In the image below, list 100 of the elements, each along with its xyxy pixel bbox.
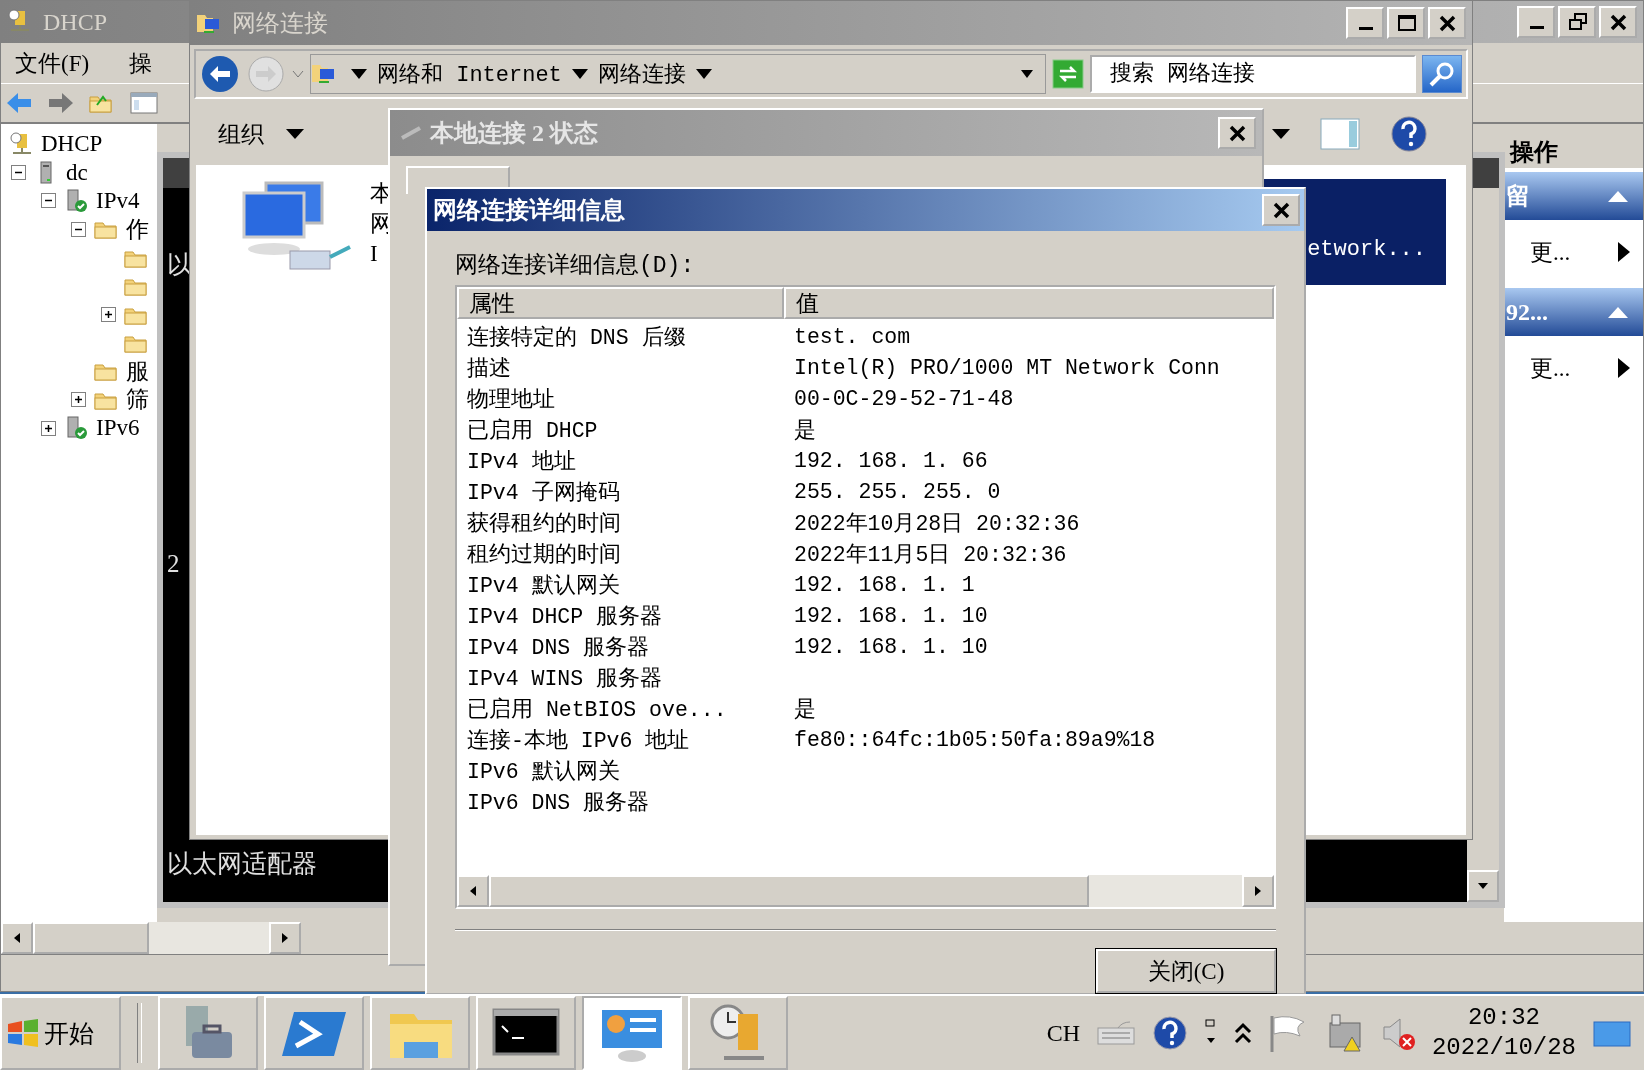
scroll-down-button[interactable] — [1467, 870, 1499, 902]
close-icon[interactable] — [1437, 13, 1457, 33]
address-bar[interactable]: 网络和 Internet 网络连接 — [310, 54, 1046, 94]
tree-item[interactable]: 服 — [126, 355, 149, 387]
minimize-button[interactable] — [1346, 7, 1384, 39]
refresh-icon[interactable] — [1052, 59, 1084, 89]
property-cell-text: IPv4 DNS 服务器 — [466, 635, 651, 661]
dropdown-arrow-icon[interactable] — [571, 69, 588, 79]
breadcrumb-item[interactable]: 网络连接 — [597, 59, 686, 89]
taskbar-button[interactable] — [476, 996, 576, 1070]
menu-item[interactable]: 文件(F) — [15, 47, 90, 79]
menu-item[interactable]: 操 — [129, 47, 153, 79]
scroll-right-button[interactable] — [269, 922, 301, 954]
close-button[interactable] — [1599, 6, 1637, 38]
collapse-icon[interactable] — [1607, 305, 1629, 319]
property-cell-text: IPv4 DHCP 服务器 — [466, 604, 664, 630]
help-icon[interactable] — [1151, 1015, 1188, 1051]
server-check-icon[interactable] — [64, 188, 88, 213]
value-cell-text: 00-0C-29-52-71-48 — [793, 386, 1015, 411]
maximize-button[interactable] — [1387, 7, 1425, 39]
tree-item[interactable]: IPv4 — [96, 187, 140, 214]
collapse-toggle-icon[interactable] — [41, 193, 56, 209]
tree-item[interactable]: 筛 — [126, 384, 149, 416]
expand-toggle-icon[interactable] — [101, 307, 116, 323]
search-button[interactable] — [1422, 55, 1462, 93]
dropdown-icon[interactable] — [292, 70, 304, 78]
value-cell-text: 192. 168. 1. 10 — [793, 603, 989, 628]
property-cell-text: IPv4 默认网关 — [466, 572, 621, 599]
network-cable-icon — [400, 126, 422, 140]
restore-button[interactable] — [1558, 6, 1596, 38]
forward-arrow-icon[interactable] — [47, 91, 75, 115]
dropdown-arrow-icon[interactable] — [1272, 129, 1290, 139]
dropdown-arrow-icon[interactable] — [695, 69, 712, 79]
column-header[interactable]: 值 — [784, 287, 1274, 319]
scroll-right-button[interactable] — [1242, 875, 1274, 907]
tree-item[interactable]: DHCP — [41, 131, 103, 158]
value-cell-text: 192. 168. 1. 66 — [793, 448, 989, 473]
dropdown-arrow-icon[interactable] — [351, 69, 367, 79]
tree-item[interactable]: IPv6 — [96, 415, 140, 442]
action-link[interactable]: 更... — [1530, 352, 1571, 384]
breadcrumb-item[interactable]: 网络和 Internet — [377, 59, 562, 89]
help-icon[interactable] — [1390, 115, 1428, 153]
expand-toggle-icon[interactable] — [41, 420, 56, 436]
property-cell-text: IPv4 地址 — [466, 449, 577, 475]
close-icon[interactable] — [1271, 200, 1291, 220]
property-cell-text: 已启用 DHCP — [466, 417, 599, 444]
tree-item[interactable]: 作 — [126, 213, 149, 245]
value-cell-text: test. com — [793, 324, 912, 349]
scroll-thumb[interactable] — [33, 922, 149, 954]
scrollbar[interactable] — [1, 922, 301, 954]
close-button[interactable] — [1218, 117, 1256, 149]
organize-menu[interactable]: 组织 — [218, 118, 264, 150]
restore-icon[interactable] — [1567, 12, 1587, 32]
expand-toggle-icon[interactable] — [71, 392, 86, 408]
console-text: 以 — [167, 250, 192, 280]
collapse-icon[interactable] — [1607, 189, 1629, 203]
close-icon[interactable] — [1227, 123, 1247, 143]
clock[interactable]: 20:32 2022/10/28 — [1431, 1003, 1576, 1063]
close-button[interactable] — [1262, 194, 1300, 226]
scroll-left-button[interactable] — [457, 875, 489, 907]
dropdown-arrow-icon[interactable] — [286, 129, 304, 139]
expand-arrow-icon[interactable] — [1617, 357, 1631, 379]
property-cell-text: 已启用 NetBIOS ove... — [466, 696, 728, 723]
scrollbar[interactable] — [457, 875, 1274, 907]
language-indicator[interactable]: CH — [1046, 1019, 1080, 1047]
back-button-icon[interactable] — [200, 54, 240, 94]
clock-date: 2022/10/28 — [1431, 1033, 1576, 1063]
section-header[interactable]: 92... — [1504, 288, 1643, 336]
value-cell-text: 192. 168. 1. 10 — [793, 634, 989, 659]
value-cell-text: 2022年11月5日 20:32:36 — [793, 542, 1068, 568]
close-button[interactable]: 关闭(C) — [1096, 949, 1276, 993]
collapse-toggle-icon[interactable] — [11, 165, 26, 181]
close-icon[interactable] — [1608, 12, 1628, 32]
section-header[interactable]: 留 — [1504, 172, 1643, 220]
property-cell-text: 连接-本地 IPv6 地址 — [466, 727, 691, 754]
expand-arrow-icon[interactable] — [1617, 241, 1631, 263]
windows-logo-icon — [6, 1018, 40, 1048]
action-link[interactable]: 更... — [1530, 236, 1571, 268]
scroll-left-button[interactable] — [1, 922, 33, 954]
dropdown-arrow-icon[interactable] — [1021, 70, 1033, 78]
search-field[interactable]: 搜索 网络连接 — [1090, 55, 1416, 93]
show-desktop-icon[interactable] — [1592, 1018, 1632, 1048]
value-cell-text: Intel(R) PRO/1000 MT Network Conn — [793, 355, 1221, 380]
collapse-toggle-icon[interactable] — [71, 221, 86, 237]
console-text: 以太网适配器 — [167, 849, 317, 879]
property-cell-text: IPv4 子网掩码 — [466, 480, 621, 506]
section-title: 92... — [1506, 298, 1548, 326]
dhcp-icon[interactable] — [9, 132, 33, 157]
start-button[interactable]: 开始 — [0, 996, 121, 1070]
item-text: etwork... — [1307, 236, 1426, 264]
maximize-icon[interactable] — [1396, 13, 1416, 33]
server-check-icon[interactable] — [64, 416, 88, 441]
column-header[interactable]: 属性 — [457, 287, 784, 319]
tree-item[interactable]: dc — [66, 159, 88, 186]
chevron-up-icon[interactable] — [1233, 1022, 1252, 1044]
value-cell-text: 2022年10月28日 20:32:36 — [793, 511, 1081, 537]
close-button[interactable] — [1428, 7, 1466, 39]
property-cell-text: IPv6 DNS 服务器 — [466, 790, 651, 816]
scroll-thumb[interactable] — [489, 875, 1089, 907]
minimize-button[interactable] — [1517, 6, 1555, 38]
